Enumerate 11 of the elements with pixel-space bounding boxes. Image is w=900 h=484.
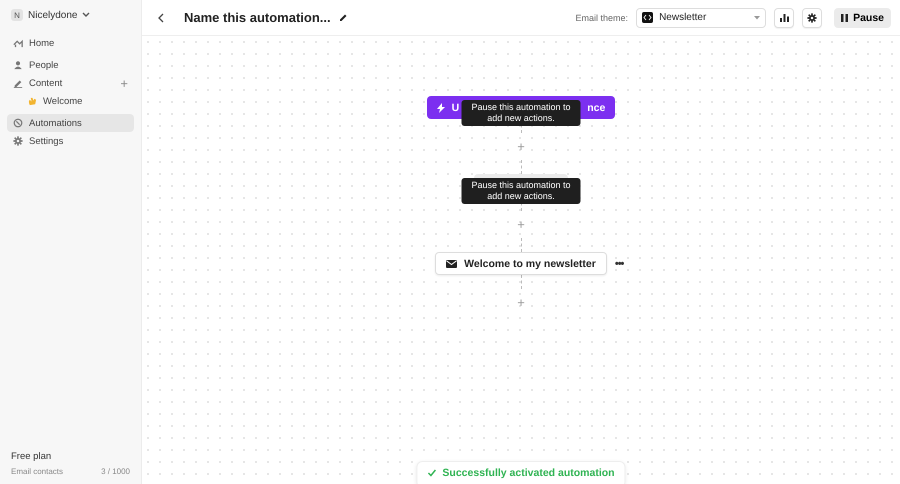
success-toast: Successfully activated automation: [416, 461, 626, 484]
tooltip: Pause this automation to add new actions.: [462, 100, 580, 126]
workspace-avatar: N: [11, 9, 23, 21]
plan-name: Free plan: [11, 451, 52, 462]
theme-label: Email theme:: [576, 12, 628, 22]
contacts-usage: 3 / 1000: [101, 467, 130, 476]
contacts-label: Email contacts: [11, 467, 64, 476]
tooltip: Pause this automation to add new actions.: [462, 178, 580, 204]
step-label: Welcome to my newsletter: [464, 258, 596, 270]
step-label: nce: [587, 102, 606, 114]
step-label: U: [452, 102, 460, 114]
